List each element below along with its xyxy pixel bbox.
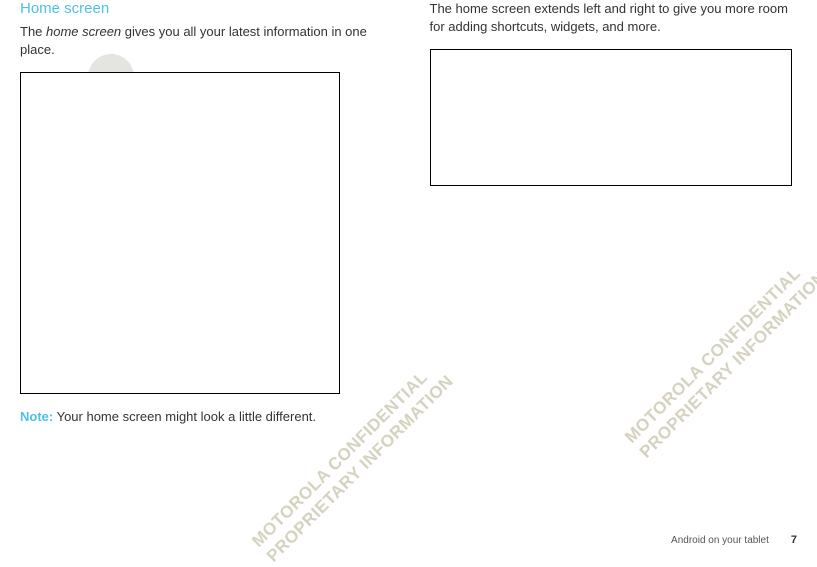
intro-paragraph-left: The home screen gives you all your lates… bbox=[20, 23, 388, 58]
extended-home-screen-image-placeholder bbox=[430, 49, 792, 186]
note-label: Note: bbox=[20, 409, 53, 424]
home-screen-image-placeholder bbox=[20, 72, 340, 394]
note-paragraph: Note: Your home screen might look a litt… bbox=[20, 408, 388, 426]
intro-italic: home screen bbox=[46, 24, 121, 39]
footer-page-number: 7 bbox=[791, 534, 797, 546]
footer-section-title: Android on your tablet bbox=[671, 535, 769, 546]
intro-pre: The bbox=[20, 24, 46, 39]
home-screen-image-wrapper bbox=[20, 72, 388, 394]
section-heading-home-screen: Home screen bbox=[20, 0, 388, 17]
page-footer: Android on your tablet 7 bbox=[671, 534, 797, 546]
note-body: Your home screen might look a little dif… bbox=[53, 409, 316, 424]
intro-paragraph-right: The home screen extends left and right t… bbox=[430, 0, 798, 35]
